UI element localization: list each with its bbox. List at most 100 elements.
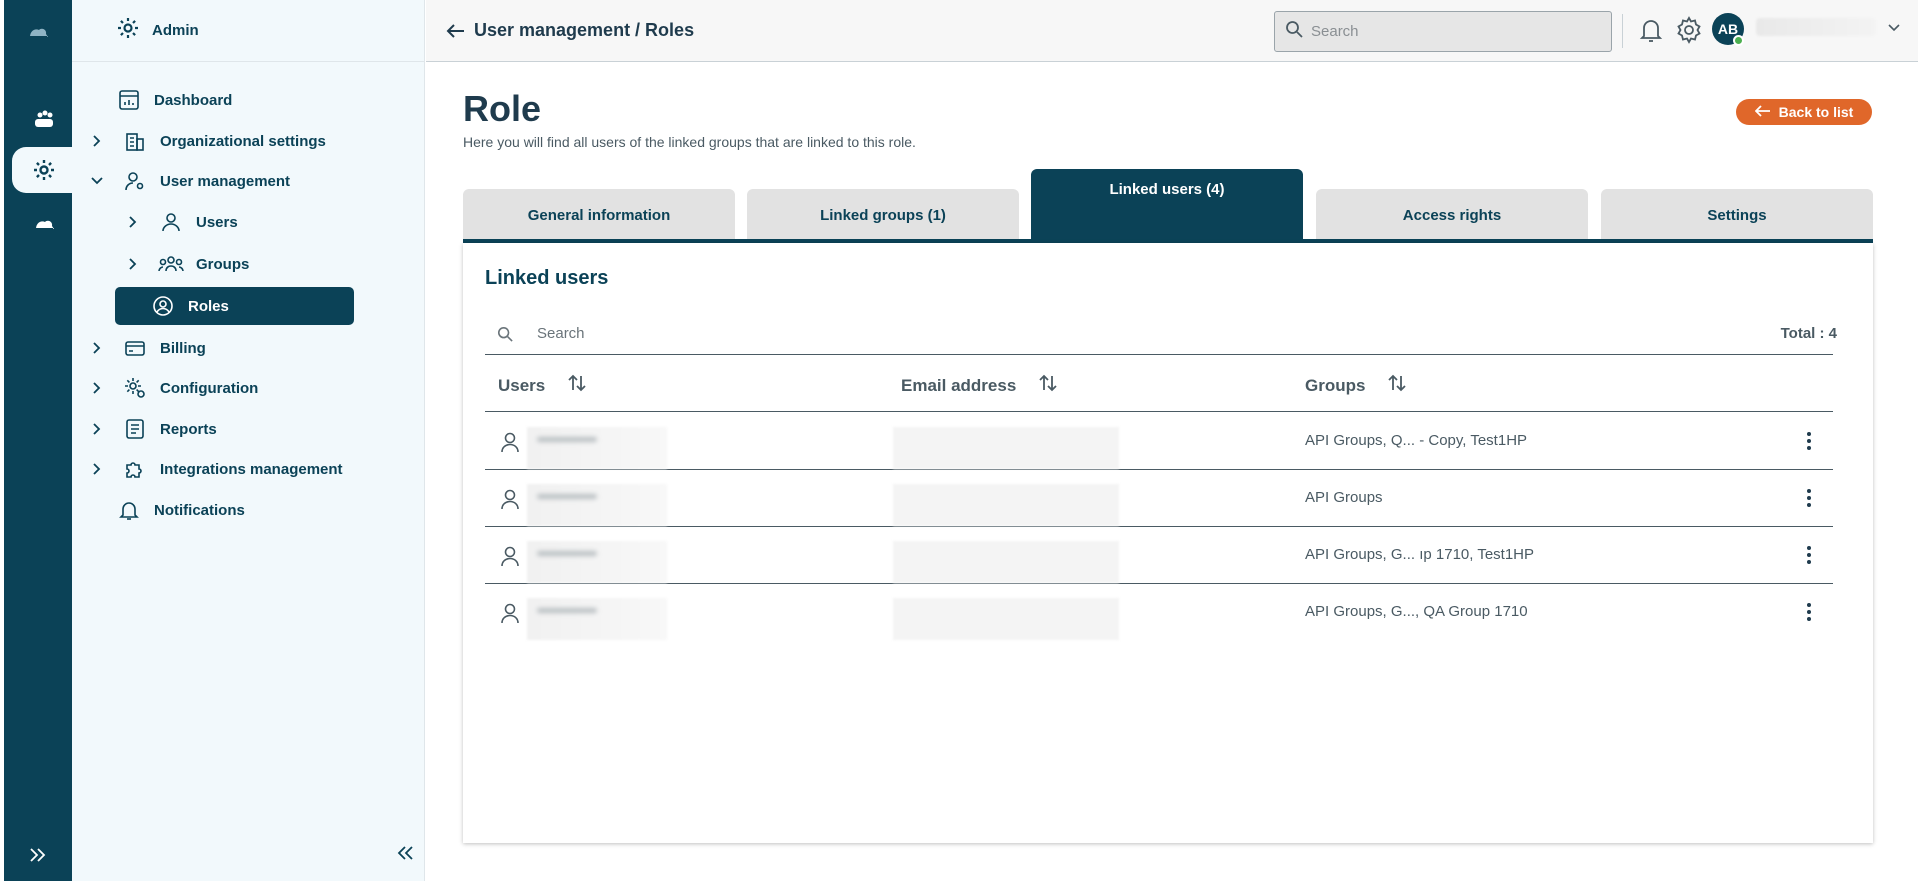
bell-icon: [116, 499, 142, 521]
row-groups: API Groups, G..., QA Group 1710: [1305, 603, 1528, 620]
user-name-blurred[interactable]: [1756, 18, 1876, 36]
column-label: Users: [498, 375, 546, 395]
rail-hand-icon[interactable]: [14, 96, 74, 142]
tab-general-information[interactable]: General information: [463, 189, 735, 241]
settings-gear-icon[interactable]: [1674, 15, 1704, 45]
user-settings-icon: [122, 170, 148, 192]
tab-linked-groups[interactable]: Linked groups (1): [747, 189, 1019, 241]
chevron-right-icon: [88, 381, 106, 395]
building-icon: [122, 130, 148, 152]
global-search[interactable]: [1274, 11, 1612, 52]
sidebar-header-label: Admin: [152, 22, 199, 39]
sidebar-item-groups[interactable]: Groups: [124, 245, 249, 283]
app-logo-icon[interactable]: [4, 14, 72, 50]
chevron-right-icon: [124, 257, 142, 271]
sidebar-item-label: Reports: [160, 420, 217, 438]
chevron-down-icon[interactable]: [1886, 20, 1902, 36]
chevron-right-icon: [88, 341, 106, 355]
user-name-blurred: [527, 598, 667, 640]
page-title: Role: [463, 88, 542, 129]
total-count: Total : 4: [1780, 325, 1837, 342]
row-groups: API Groups: [1305, 489, 1383, 506]
breadcrumb[interactable]: User management / Roles: [474, 20, 694, 41]
search-icon: [1285, 20, 1303, 43]
back-arrow-icon[interactable]: [444, 20, 468, 42]
user-name-blurred: [527, 541, 667, 583]
table-header: Users Email address Groups: [485, 356, 1833, 412]
sidebar-item-configuration[interactable]: Configuration: [88, 369, 258, 407]
admin-gear-icon: [116, 16, 140, 45]
more-vertical-icon[interactable]: [1797, 543, 1821, 567]
user-icon: [499, 430, 521, 454]
sidebar-item-label: Integrations management: [160, 460, 343, 478]
chevron-right-icon: [124, 215, 142, 229]
rail-admin-gear-icon[interactable]: [12, 147, 76, 193]
user-icon: [499, 487, 521, 511]
more-vertical-icon[interactable]: [1797, 600, 1821, 624]
column-label: Groups: [1305, 375, 1366, 395]
column-label: Email address: [901, 375, 1017, 395]
sort-icon[interactable]: [1387, 374, 1407, 397]
collapse-sidebar-icon[interactable]: [390, 838, 420, 868]
column-header-groups[interactable]: Groups: [1305, 374, 1407, 397]
tab-linked-users[interactable]: Linked users (4): [1031, 169, 1303, 241]
table-search[interactable]: [485, 313, 1833, 355]
user-icon: [499, 544, 521, 568]
sidebar-item-label: Notifications: [154, 501, 245, 519]
sidebar-item-label: User management: [160, 172, 291, 190]
column-header-email[interactable]: Email address: [901, 374, 1058, 397]
rail-cloud-icon[interactable]: [14, 201, 74, 247]
credit-card-icon: [122, 337, 148, 359]
config-gear-icon: [122, 376, 148, 400]
sidebar-item-reports[interactable]: Reports: [88, 410, 217, 448]
table-row[interactable]: API Groups, Q... - Copy, Test1HP: [485, 413, 1833, 470]
sidebar-item-label: Configuration: [160, 379, 259, 397]
chevron-right-icon: [88, 422, 106, 436]
sort-icon[interactable]: [1038, 374, 1058, 397]
app-rail: [4, 0, 76, 881]
linked-users-panel: Linked users Total : 4 Users Email addre…: [463, 243, 1873, 843]
user-name-blurred: [527, 427, 667, 469]
global-search-input[interactable]: [1311, 23, 1591, 40]
email-blurred: [893, 541, 1119, 583]
sidebar-item-billing[interactable]: Billing: [88, 329, 206, 367]
chevron-right-icon: [88, 462, 106, 476]
sidebar-item-users[interactable]: Users: [124, 203, 238, 241]
user-icon: [158, 211, 184, 233]
sidebar-item-roles[interactable]: Roles: [115, 287, 354, 325]
notification-bell-icon[interactable]: [1636, 15, 1666, 45]
user-circle-icon: [150, 295, 176, 317]
sidebar-header: Admin: [72, 0, 424, 62]
sidebar-item-user-management[interactable]: User management: [88, 162, 290, 200]
back-to-list-label: Back to list: [1778, 104, 1854, 120]
panel-title: Linked users: [485, 267, 609, 289]
sidebar-item-organizational-settings[interactable]: Organizational settings: [88, 122, 326, 160]
online-status-dot: [1733, 35, 1744, 46]
tab-settings[interactable]: Settings: [1601, 189, 1873, 241]
toolbar-divider: [1622, 14, 1623, 48]
column-header-users[interactable]: Users: [498, 374, 587, 397]
sidebar-item-dashboard[interactable]: Dashboard: [116, 81, 232, 119]
table-row[interactable]: API Groups, G..., QA Group 1710: [485, 584, 1833, 641]
sidebar-item-integrations-management[interactable]: Integrations management: [88, 450, 343, 488]
sidebar-item-label: Users: [196, 213, 238, 231]
page-subtitle: Here you will find all users of the link…: [463, 134, 916, 150]
chevron-right-icon: [88, 134, 106, 148]
expand-rail-icon[interactable]: [4, 835, 72, 875]
table-search-input[interactable]: [537, 325, 937, 342]
search-icon: [485, 326, 525, 342]
sidebar-item-label: Organizational settings: [160, 132, 326, 150]
sidebar-item-label: Billing: [160, 339, 206, 357]
more-vertical-icon[interactable]: [1797, 486, 1821, 510]
more-vertical-icon[interactable]: [1797, 429, 1821, 453]
sort-icon[interactable]: [567, 374, 587, 397]
dashboard-icon: [116, 89, 142, 111]
tab-access-rights[interactable]: Access rights: [1316, 189, 1588, 241]
puzzle-icon: [122, 457, 148, 481]
table-row[interactable]: API Groups: [485, 470, 1833, 527]
back-to-list-button[interactable]: Back to list: [1736, 99, 1872, 125]
sidebar-item-notifications[interactable]: Notifications: [116, 491, 245, 529]
table-row[interactable]: API Groups, G... ıp 1710, Test1HP: [485, 527, 1833, 584]
user-name-blurred: [527, 484, 667, 526]
sidebar: Admin Dashboard Organizational settings …: [72, 0, 425, 881]
